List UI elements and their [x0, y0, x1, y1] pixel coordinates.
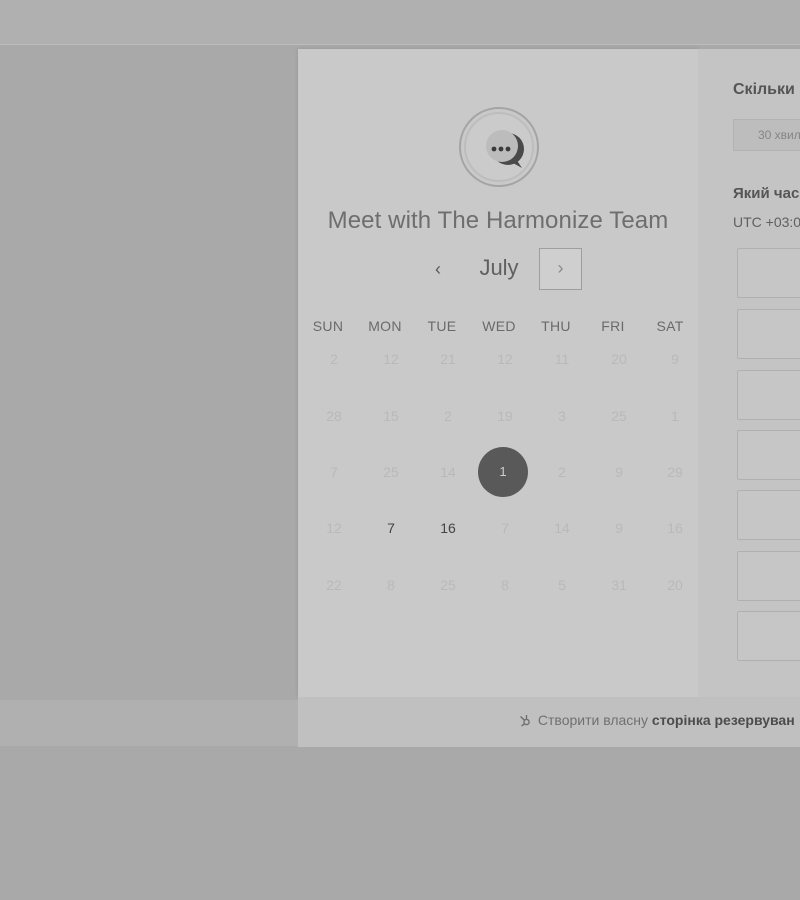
calendar-day: 20 — [611, 351, 627, 367]
calendar-grid: 2 12 21 12 11 20 9 28 15 2 19 3 25 1 7 2… — [298, 330, 698, 620]
calendar-day: 9 — [671, 351, 679, 367]
calendar-day: 7 — [330, 464, 338, 480]
calendar-day: 28 — [326, 408, 342, 424]
chat-bubble-icon — [459, 107, 539, 187]
next-month-button[interactable]: › — [539, 248, 582, 290]
calendar-day: 5 — [558, 577, 566, 593]
prev-month-button[interactable]: ‹ — [425, 259, 451, 281]
calendar-day: 19 — [497, 408, 513, 424]
calendar-day: 9 — [615, 464, 623, 480]
time-selection-panel: Скільки 30 хвил Який час UTC +03:0 — [698, 49, 800, 697]
calendar-day: 25 — [440, 577, 456, 593]
footer-link-text[interactable]: сторінка резервуван — [652, 712, 795, 728]
time-slot-button[interactable] — [737, 370, 800, 420]
time-slot-button[interactable] — [737, 309, 800, 359]
footer-text: Створити власну — [537, 712, 649, 728]
calendar-day: 2 — [330, 351, 338, 367]
calendar-day: 2 — [444, 408, 452, 424]
calendar-day: 31 — [611, 577, 627, 593]
calendar-day: 16 — [667, 520, 683, 536]
timezone-label[interactable]: UTC +03:0 — [733, 214, 800, 230]
time-slot-button[interactable] — [737, 611, 800, 661]
calendar-day: 15 — [383, 408, 399, 424]
calendar-day: 12 — [383, 351, 399, 367]
month-navigation: ‹ July › — [298, 248, 698, 292]
time-question: Який час — [733, 185, 800, 202]
calendar-day: 22 — [326, 577, 342, 593]
calendar-day: 20 — [667, 577, 683, 593]
calendar-day: 29 — [667, 464, 683, 480]
calendar-day: 12 — [326, 520, 342, 536]
hubspot-sprocket-icon — [520, 715, 530, 727]
calendar-day: 14 — [440, 464, 456, 480]
page-title: Meet with The Harmonize Team — [327, 207, 669, 234]
calendar-day: 3 — [558, 408, 566, 424]
create-booking-link[interactable]: Створити власну сторінка резервуван — [518, 712, 795, 728]
calendar-day: 7 — [501, 520, 509, 536]
duration-option-button[interactable]: 30 хвил — [733, 119, 800, 151]
calendar-day: 25 — [383, 464, 399, 480]
calendar-day-available[interactable]: 7 — [366, 503, 416, 553]
calendar-day: 25 — [611, 408, 627, 424]
calendar-day: 14 — [554, 520, 570, 536]
time-slot-button[interactable] — [737, 551, 800, 601]
calendar-day: 2 — [558, 464, 566, 480]
calendar-day: 11 — [554, 351, 570, 367]
time-slot-button[interactable] — [737, 430, 800, 480]
calendar-day: 9 — [615, 520, 623, 536]
calendar-day: 21 — [440, 351, 456, 367]
month-label: July — [479, 255, 519, 280]
calendar-day-selected[interactable]: 1 — [478, 447, 528, 497]
time-slot-button[interactable] — [737, 248, 800, 298]
time-slot-button[interactable] — [737, 490, 800, 540]
duration-question: Скільки — [733, 81, 795, 98]
top-bar — [0, 0, 800, 45]
calendar-day: 8 — [387, 577, 395, 593]
calendar-day: 8 — [501, 577, 509, 593]
calendar-day-available[interactable]: 16 — [423, 503, 473, 553]
footer-bar: Створити власну сторінка резервуван — [298, 697, 800, 747]
calendar-day: 12 — [497, 351, 513, 367]
calendar-day: 1 — [671, 408, 679, 424]
